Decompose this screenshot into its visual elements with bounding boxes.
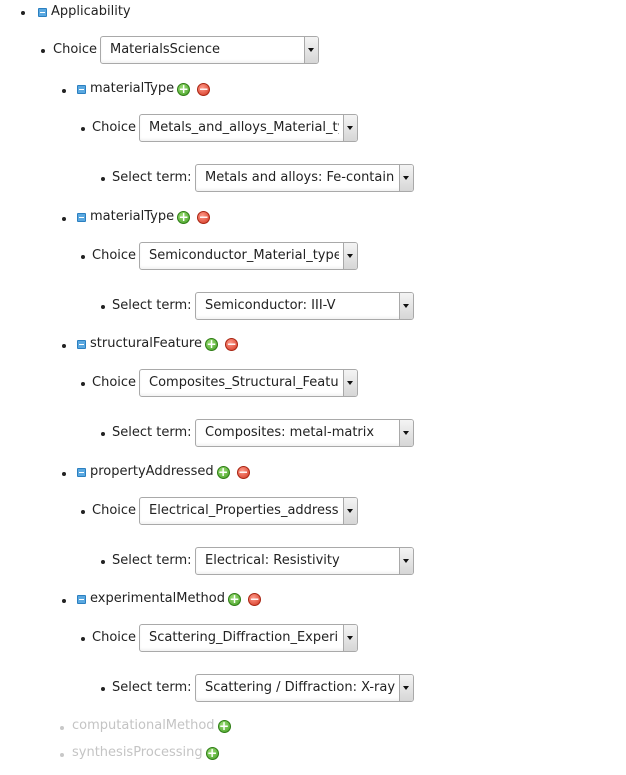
select-value: Electrical_Properties_addressed bbox=[149, 503, 339, 518]
term-select[interactable]: Electrical: Resistivity bbox=[195, 547, 414, 575]
group-name: materialType bbox=[90, 81, 175, 96]
select-term-label: Select term: bbox=[112, 553, 192, 568]
select-term-label: Select term: bbox=[112, 298, 192, 313]
optional-bullet bbox=[60, 753, 64, 757]
choice-label: Choice bbox=[92, 630, 137, 645]
term-bullet bbox=[101, 305, 105, 309]
remove-icon[interactable]: − bbox=[248, 593, 262, 606]
choice-label: Choice bbox=[92, 120, 137, 135]
collapse-icon[interactable] bbox=[77, 595, 86, 604]
select-value: Semiconductor_Material_type bbox=[149, 248, 339, 263]
optional-name: synthesisProcessing bbox=[72, 745, 203, 760]
add-icon[interactable]: + bbox=[205, 338, 218, 351]
optional-bullet bbox=[60, 726, 64, 730]
chevron-down-icon[interactable] bbox=[343, 625, 357, 651]
select-term-label: Select term: bbox=[112, 680, 192, 695]
chevron-down-icon[interactable] bbox=[304, 37, 318, 63]
select-value: Metals_and_alloys_Material_type bbox=[149, 120, 339, 135]
choice-select[interactable]: Scattering_Diffraction_Experimental_Meth… bbox=[139, 624, 358, 652]
chevron-down-icon[interactable] bbox=[399, 548, 413, 574]
select-value: Metals and alloys: Fe-containing bbox=[205, 170, 395, 185]
group-name: structuralFeature bbox=[90, 336, 202, 351]
select-value: Semiconductor: III-V bbox=[205, 298, 336, 313]
select-value: MaterialsScience bbox=[110, 42, 220, 57]
choice-select[interactable]: Metals_and_alloys_Material_type bbox=[139, 114, 358, 142]
choice-bullet bbox=[81, 510, 85, 514]
chevron-down-icon[interactable] bbox=[343, 498, 357, 524]
group-bullet bbox=[62, 472, 66, 476]
choice-bullet bbox=[41, 49, 45, 53]
select-value: Scattering / Diffraction: X-ray bbox=[205, 680, 395, 695]
choice-bullet bbox=[81, 637, 85, 641]
group-name: experimentalMethod bbox=[90, 591, 226, 606]
chevron-down-icon[interactable] bbox=[399, 165, 413, 191]
choice-bullet bbox=[81, 127, 85, 131]
group-name: propertyAddressed bbox=[90, 464, 214, 479]
top-choice-select[interactable]: MaterialsScience bbox=[100, 36, 319, 64]
remove-icon[interactable]: − bbox=[225, 338, 238, 351]
chevron-down-icon[interactable] bbox=[399, 293, 413, 319]
add-icon[interactable]: + bbox=[216, 466, 230, 479]
applicability-label: Applicability bbox=[51, 4, 131, 19]
collapse-icon[interactable] bbox=[77, 468, 86, 477]
term-select[interactable]: Composites: metal-matrix bbox=[195, 419, 414, 447]
term-bullet bbox=[101, 687, 105, 691]
root-bullet bbox=[21, 11, 25, 15]
chevron-down-icon[interactable] bbox=[399, 420, 413, 446]
group-bullet bbox=[62, 217, 66, 221]
term-select[interactable]: Metals and alloys: Fe-containing bbox=[195, 164, 414, 192]
choice-label: Choice bbox=[92, 248, 137, 263]
choice-label: Choice bbox=[53, 42, 98, 57]
term-select[interactable]: Semiconductor: III-V bbox=[195, 292, 414, 320]
choice-label: Choice bbox=[92, 503, 137, 518]
collapse-icon[interactable] bbox=[38, 8, 47, 17]
select-term-label: Select term: bbox=[112, 170, 192, 185]
group-name: materialType bbox=[90, 209, 175, 224]
add-icon[interactable]: + bbox=[217, 720, 231, 733]
collapse-icon[interactable] bbox=[77, 85, 86, 94]
term-bullet bbox=[101, 560, 105, 564]
group-bullet bbox=[62, 89, 66, 93]
add-icon[interactable]: + bbox=[177, 211, 191, 224]
chevron-down-icon[interactable] bbox=[343, 243, 357, 269]
add-icon[interactable]: + bbox=[205, 747, 219, 760]
group-bullet bbox=[62, 599, 66, 603]
add-icon[interactable]: + bbox=[228, 593, 242, 606]
select-value: Electrical: Resistivity bbox=[205, 553, 340, 568]
chevron-down-icon[interactable] bbox=[343, 115, 357, 141]
choice-select[interactable]: Semiconductor_Material_type bbox=[139, 242, 358, 270]
group-bullet bbox=[62, 344, 66, 348]
add-icon[interactable]: + bbox=[177, 83, 191, 96]
remove-icon[interactable]: − bbox=[197, 211, 211, 224]
choice-label: Choice bbox=[92, 375, 137, 390]
term-bullet bbox=[101, 432, 105, 436]
select-value: Composites_Structural_Feature bbox=[149, 375, 339, 390]
choice-bullet bbox=[81, 382, 85, 386]
choice-select[interactable]: Composites_Structural_Feature bbox=[139, 369, 358, 397]
collapse-icon[interactable] bbox=[77, 213, 86, 222]
term-select[interactable]: Scattering / Diffraction: X-ray bbox=[195, 674, 414, 702]
collapse-icon[interactable] bbox=[77, 340, 86, 349]
chevron-down-icon[interactable] bbox=[343, 370, 357, 396]
term-bullet bbox=[101, 177, 105, 181]
select-term-label: Select term: bbox=[112, 425, 192, 440]
choice-select[interactable]: Electrical_Properties_addressed bbox=[139, 497, 358, 525]
optional-name: computationalMethod bbox=[72, 718, 215, 733]
remove-icon[interactable]: − bbox=[236, 466, 250, 479]
select-value: Scattering_Diffraction_Experimental_Meth… bbox=[149, 630, 339, 645]
remove-icon[interactable]: − bbox=[197, 83, 211, 96]
chevron-down-icon[interactable] bbox=[399, 675, 413, 701]
choice-bullet bbox=[81, 255, 85, 259]
select-value: Composites: metal-matrix bbox=[205, 425, 375, 440]
